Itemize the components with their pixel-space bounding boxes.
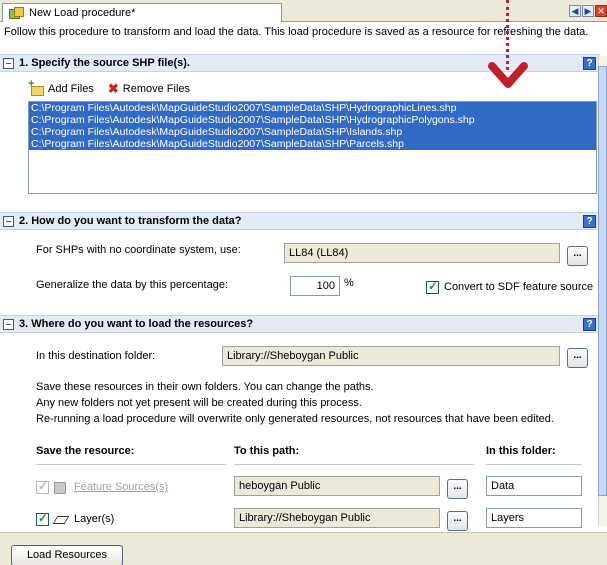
file-toolbar: Add Files ✖ Remove Files: [28, 78, 190, 97]
help-icon[interactable]: ?: [583, 215, 596, 228]
scroll-right-icon[interactable]: ▶: [582, 5, 594, 17]
procedure-description: Follow this procedure to transform and l…: [4, 26, 589, 38]
collapse-icon[interactable]: [3, 57, 14, 69]
tab-new-load-procedure[interactable]: New Load procedure*: [2, 3, 282, 22]
collapse-icon[interactable]: [3, 318, 14, 330]
destination-folder-label: In this destination folder:: [36, 350, 156, 362]
info-line: Save these resources in their own folder…: [36, 381, 374, 393]
convert-sdf-checkbox[interactable]: [426, 279, 439, 294]
add-files-label: Add Files: [48, 83, 94, 95]
add-files-button[interactable]: Add Files: [28, 78, 94, 96]
section-2-header: 2. How do you want to transform the data…: [0, 212, 600, 230]
info-line: Any new folders not yet present will be …: [36, 397, 362, 409]
list-item[interactable]: C:\Program Files\Autodesk\MapGuideStudio…: [29, 114, 596, 126]
layers-browse-button[interactable]: ...: [447, 511, 468, 531]
column-divider: [36, 464, 226, 465]
list-item[interactable]: C:\Program Files\Autodesk\MapGuideStudio…: [29, 138, 596, 150]
feature-sources-checkbox[interactable]: [36, 479, 49, 494]
layers-path: Library://Sheboygan Public: [234, 508, 440, 528]
column-header-folder: In this folder:: [486, 445, 556, 457]
remove-x-icon: ✖: [107, 81, 119, 96]
annotation-dotted-line: [506, 0, 509, 70]
help-icon[interactable]: ?: [583, 318, 596, 331]
load-resources-button[interactable]: Load Resources: [11, 545, 123, 565]
column-header-save: Save the resource:: [36, 445, 135, 457]
destination-browse-button[interactable]: ...: [567, 348, 588, 368]
help-icon[interactable]: ?: [583, 57, 596, 70]
generalize-input[interactable]: 100: [290, 276, 340, 296]
section-3-header: 3. Where do you want to load the resourc…: [0, 315, 600, 333]
generalize-label: Generalize the data by this percentage:: [36, 279, 229, 291]
percent-sign: %: [344, 277, 354, 289]
list-item[interactable]: C:\Program Files\Autodesk\MapGuideStudio…: [29, 102, 596, 114]
column-divider: [234, 464, 474, 465]
section-1-title: 1. Specify the source SHP file(s).: [19, 57, 190, 69]
remove-files-button[interactable]: ✖ Remove Files: [108, 81, 190, 97]
add-folder-icon: [28, 78, 44, 96]
document-tab-bar: New Load procedure* ◀ ▶ ✕: [0, 0, 607, 22]
annotation-arrow-icon: [488, 62, 528, 88]
section-2-title: 2. How do you want to transform the data…: [19, 215, 242, 227]
destination-folder-field: Library://Sheboygan Public: [222, 346, 560, 366]
tab-title: New Load procedure*: [29, 7, 136, 19]
feature-sources-path: heboygan Public: [234, 476, 440, 496]
layers-folder-input[interactable]: Layers: [486, 508, 582, 528]
column-header-path: To this path:: [234, 445, 300, 457]
list-item[interactable]: C:\Program Files\Autodesk\MapGuideStudio…: [29, 126, 596, 138]
layers-checkbox[interactable]: [36, 511, 49, 526]
coord-browse-button[interactable]: ...: [567, 246, 588, 266]
coord-system-field: LL84 (LL84): [284, 243, 560, 263]
column-divider: [486, 464, 582, 465]
info-line: Re-running a load procedure will overwri…: [36, 413, 554, 425]
scrollbar-thumb[interactable]: [598, 66, 607, 496]
close-icon[interactable]: ✕: [595, 5, 607, 17]
layers-label: Layer(s): [74, 513, 115, 525]
collapse-icon[interactable]: [3, 215, 14, 227]
feature-source-icon: [54, 481, 68, 494]
feature-sources-label: Feature Sources(s): [74, 481, 169, 493]
load-procedure-icon: [9, 7, 24, 19]
source-file-list[interactable]: C:\Program Files\Autodesk\MapGuideStudio…: [28, 101, 597, 194]
scroll-left-icon[interactable]: ◀: [569, 5, 581, 17]
convert-sdf-label: Convert to SDF feature source: [444, 281, 594, 293]
layer-icon: [53, 514, 69, 524]
coord-system-label: For SHPs with no coordinate system, use:: [36, 244, 241, 256]
section-3-title: 3. Where do you want to load the resourc…: [19, 318, 254, 330]
remove-files-label: Remove Files: [122, 83, 191, 95]
feature-sources-browse-button[interactable]: ...: [447, 479, 468, 499]
feature-sources-folder-input[interactable]: Data: [486, 476, 582, 496]
